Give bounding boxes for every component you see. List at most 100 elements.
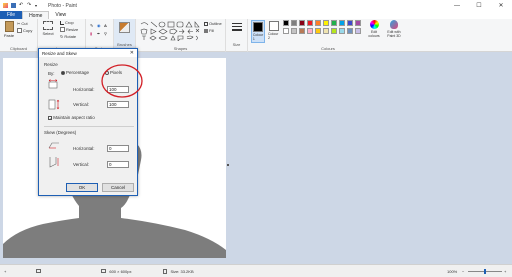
palette-swatch[interactable]: [291, 28, 297, 34]
text-icon[interactable]: A: [104, 23, 107, 28]
zoom-in-icon[interactable]: +: [504, 269, 506, 274]
palette-swatch[interactable]: [331, 20, 337, 26]
edit-colours-button[interactable]: Edit colours: [366, 20, 382, 38]
dialog-title: Resize and Skew: [42, 50, 77, 56]
pixels-radio-dot: [105, 70, 109, 75]
status-bar: + 600 × 600px Size: 33.2KB 100% − +: [0, 264, 512, 277]
palette-swatch[interactable]: [283, 20, 289, 26]
skew-vertical-label: Vertical:: [73, 162, 90, 167]
copy-icon: [17, 28, 22, 33]
edit-with-paint-3d-button[interactable]: Edit with Paint 3D: [384, 20, 404, 38]
palette-swatch[interactable]: [283, 28, 289, 34]
resize-horizontal-icon: [48, 79, 58, 89]
vertical-input[interactable]: [107, 101, 129, 108]
crop-button[interactable]: Crop: [60, 20, 74, 25]
outline-icon: [204, 21, 208, 26]
by-label: By:: [48, 71, 55, 76]
size-group[interactable]: Size: [226, 19, 248, 52]
palette-swatch[interactable]: [347, 20, 353, 26]
zoom-out-icon[interactable]: −: [462, 269, 464, 274]
skew-horizontal-icon: [48, 142, 59, 149]
palette-swatch[interactable]: [347, 28, 353, 34]
dialog-close-button[interactable]: ✕: [130, 50, 134, 56]
resize-label: Resize: [66, 27, 79, 32]
tab-home[interactable]: Home: [22, 11, 50, 19]
palette-swatch[interactable]: [323, 20, 329, 26]
palette-swatch[interactable]: [355, 28, 361, 34]
shapes-gallery[interactable]: [139, 21, 201, 41]
paint-3d-icon: [390, 20, 398, 29]
colour-1-button[interactable]: Colour 1: [251, 20, 265, 43]
rotate-button[interactable]: ↻ Rotate: [60, 34, 76, 39]
fill-button[interactable]: Fill: [204, 28, 214, 33]
palette-swatch[interactable]: [315, 28, 321, 34]
colour-palette: [283, 20, 367, 42]
magnifier-icon[interactable]: ⚲: [104, 31, 107, 36]
paint-app-icon: [3, 3, 8, 8]
close-button[interactable]: ✕: [490, 0, 512, 11]
zoom-slider[interactable]: [468, 269, 502, 274]
colours-group-label: Colours: [321, 46, 335, 51]
window-controls: — ☐ ✕: [446, 0, 512, 11]
resize-button[interactable]: Resize: [60, 27, 78, 32]
maximize-button[interactable]: ☐: [468, 0, 490, 11]
percentage-radio-dot: [61, 70, 65, 75]
cancel-button[interactable]: Cancel: [102, 183, 134, 192]
horizontal-label: Horizontal:: [73, 87, 95, 92]
percentage-radio[interactable]: Percentage: [61, 70, 89, 75]
canvas-resize-handle[interactable]: [227, 164, 229, 166]
colour-2-label: Colour 2: [268, 32, 279, 40]
skew-vertical-input[interactable]: [107, 161, 129, 168]
pixels-label: Pixels: [110, 70, 123, 75]
file-size-icon: [163, 268, 168, 274]
eraser-icon[interactable]: ▮: [90, 31, 92, 36]
colour-2-button[interactable]: Colour 2: [267, 20, 281, 41]
fill-bucket-icon[interactable]: ◉: [97, 23, 101, 28]
pencil-icon[interactable]: ✎: [90, 23, 93, 28]
clipboard-group: Paste ✂ Cut Copy Clipboard: [0, 19, 38, 52]
palette-swatch[interactable]: [323, 28, 329, 34]
palette-swatch[interactable]: [339, 28, 345, 34]
pixels-radio[interactable]: Pixels: [105, 70, 122, 75]
zoom-slider-thumb[interactable]: [484, 269, 486, 274]
colours-group: Colour 1 Colour 2 Edit colours Edit with…: [248, 19, 408, 52]
paste-icon: [4, 21, 14, 32]
ok-button[interactable]: OK: [66, 183, 98, 192]
palette-swatch[interactable]: [291, 20, 297, 26]
resize-section-label: Resize: [44, 62, 58, 67]
outline-label: Outline: [209, 21, 222, 26]
tab-file[interactable]: File: [0, 11, 23, 19]
customize-toolbar-icon[interactable]: ▾: [35, 3, 40, 8]
horizontal-input[interactable]: [107, 86, 129, 93]
tab-view[interactable]: View: [49, 11, 72, 19]
palette-swatch[interactable]: [299, 28, 305, 34]
paste-button[interactable]: Paste: [3, 21, 15, 38]
skew-horizontal-input[interactable]: [107, 145, 129, 152]
cut-button[interactable]: ✂ Cut: [17, 21, 28, 26]
zoom-level: 100%: [447, 268, 458, 274]
maintain-aspect-ratio-label: Maintain aspect ratio: [53, 115, 95, 120]
skew-horizontal-label: Horizontal:: [73, 146, 95, 151]
palette-swatch[interactable]: [299, 20, 305, 26]
outline-button[interactable]: Outline: [204, 21, 222, 26]
palette-swatch[interactable]: [331, 28, 337, 34]
size-lines-icon: [232, 22, 242, 32]
resize-vertical-icon: [48, 99, 60, 110]
select-button[interactable]: Select: [41, 21, 55, 36]
palette-swatch[interactable]: [307, 20, 313, 26]
image-dimensions-icon: [101, 269, 107, 273]
palette-swatch[interactable]: [315, 20, 321, 26]
minimize-button[interactable]: —: [446, 0, 468, 11]
palette-swatch[interactable]: [339, 20, 345, 26]
maintain-aspect-ratio-checkbox[interactable]: ✓ Maintain aspect ratio: [48, 115, 95, 120]
dialog-title-bar[interactable]: Resize and Skew ✕: [39, 49, 137, 57]
scissors-icon: ✂: [17, 21, 21, 26]
undo-icon[interactable]: ↶: [19, 3, 24, 8]
palette-swatch[interactable]: [355, 20, 361, 26]
ribbon-tabs: File Home View: [0, 11, 512, 19]
redo-icon[interactable]: ↷: [27, 3, 32, 8]
save-icon[interactable]: [11, 3, 16, 8]
color-picker-icon[interactable]: ✒: [97, 31, 100, 36]
palette-swatch[interactable]: [307, 28, 313, 34]
copy-button[interactable]: Copy: [17, 28, 32, 33]
